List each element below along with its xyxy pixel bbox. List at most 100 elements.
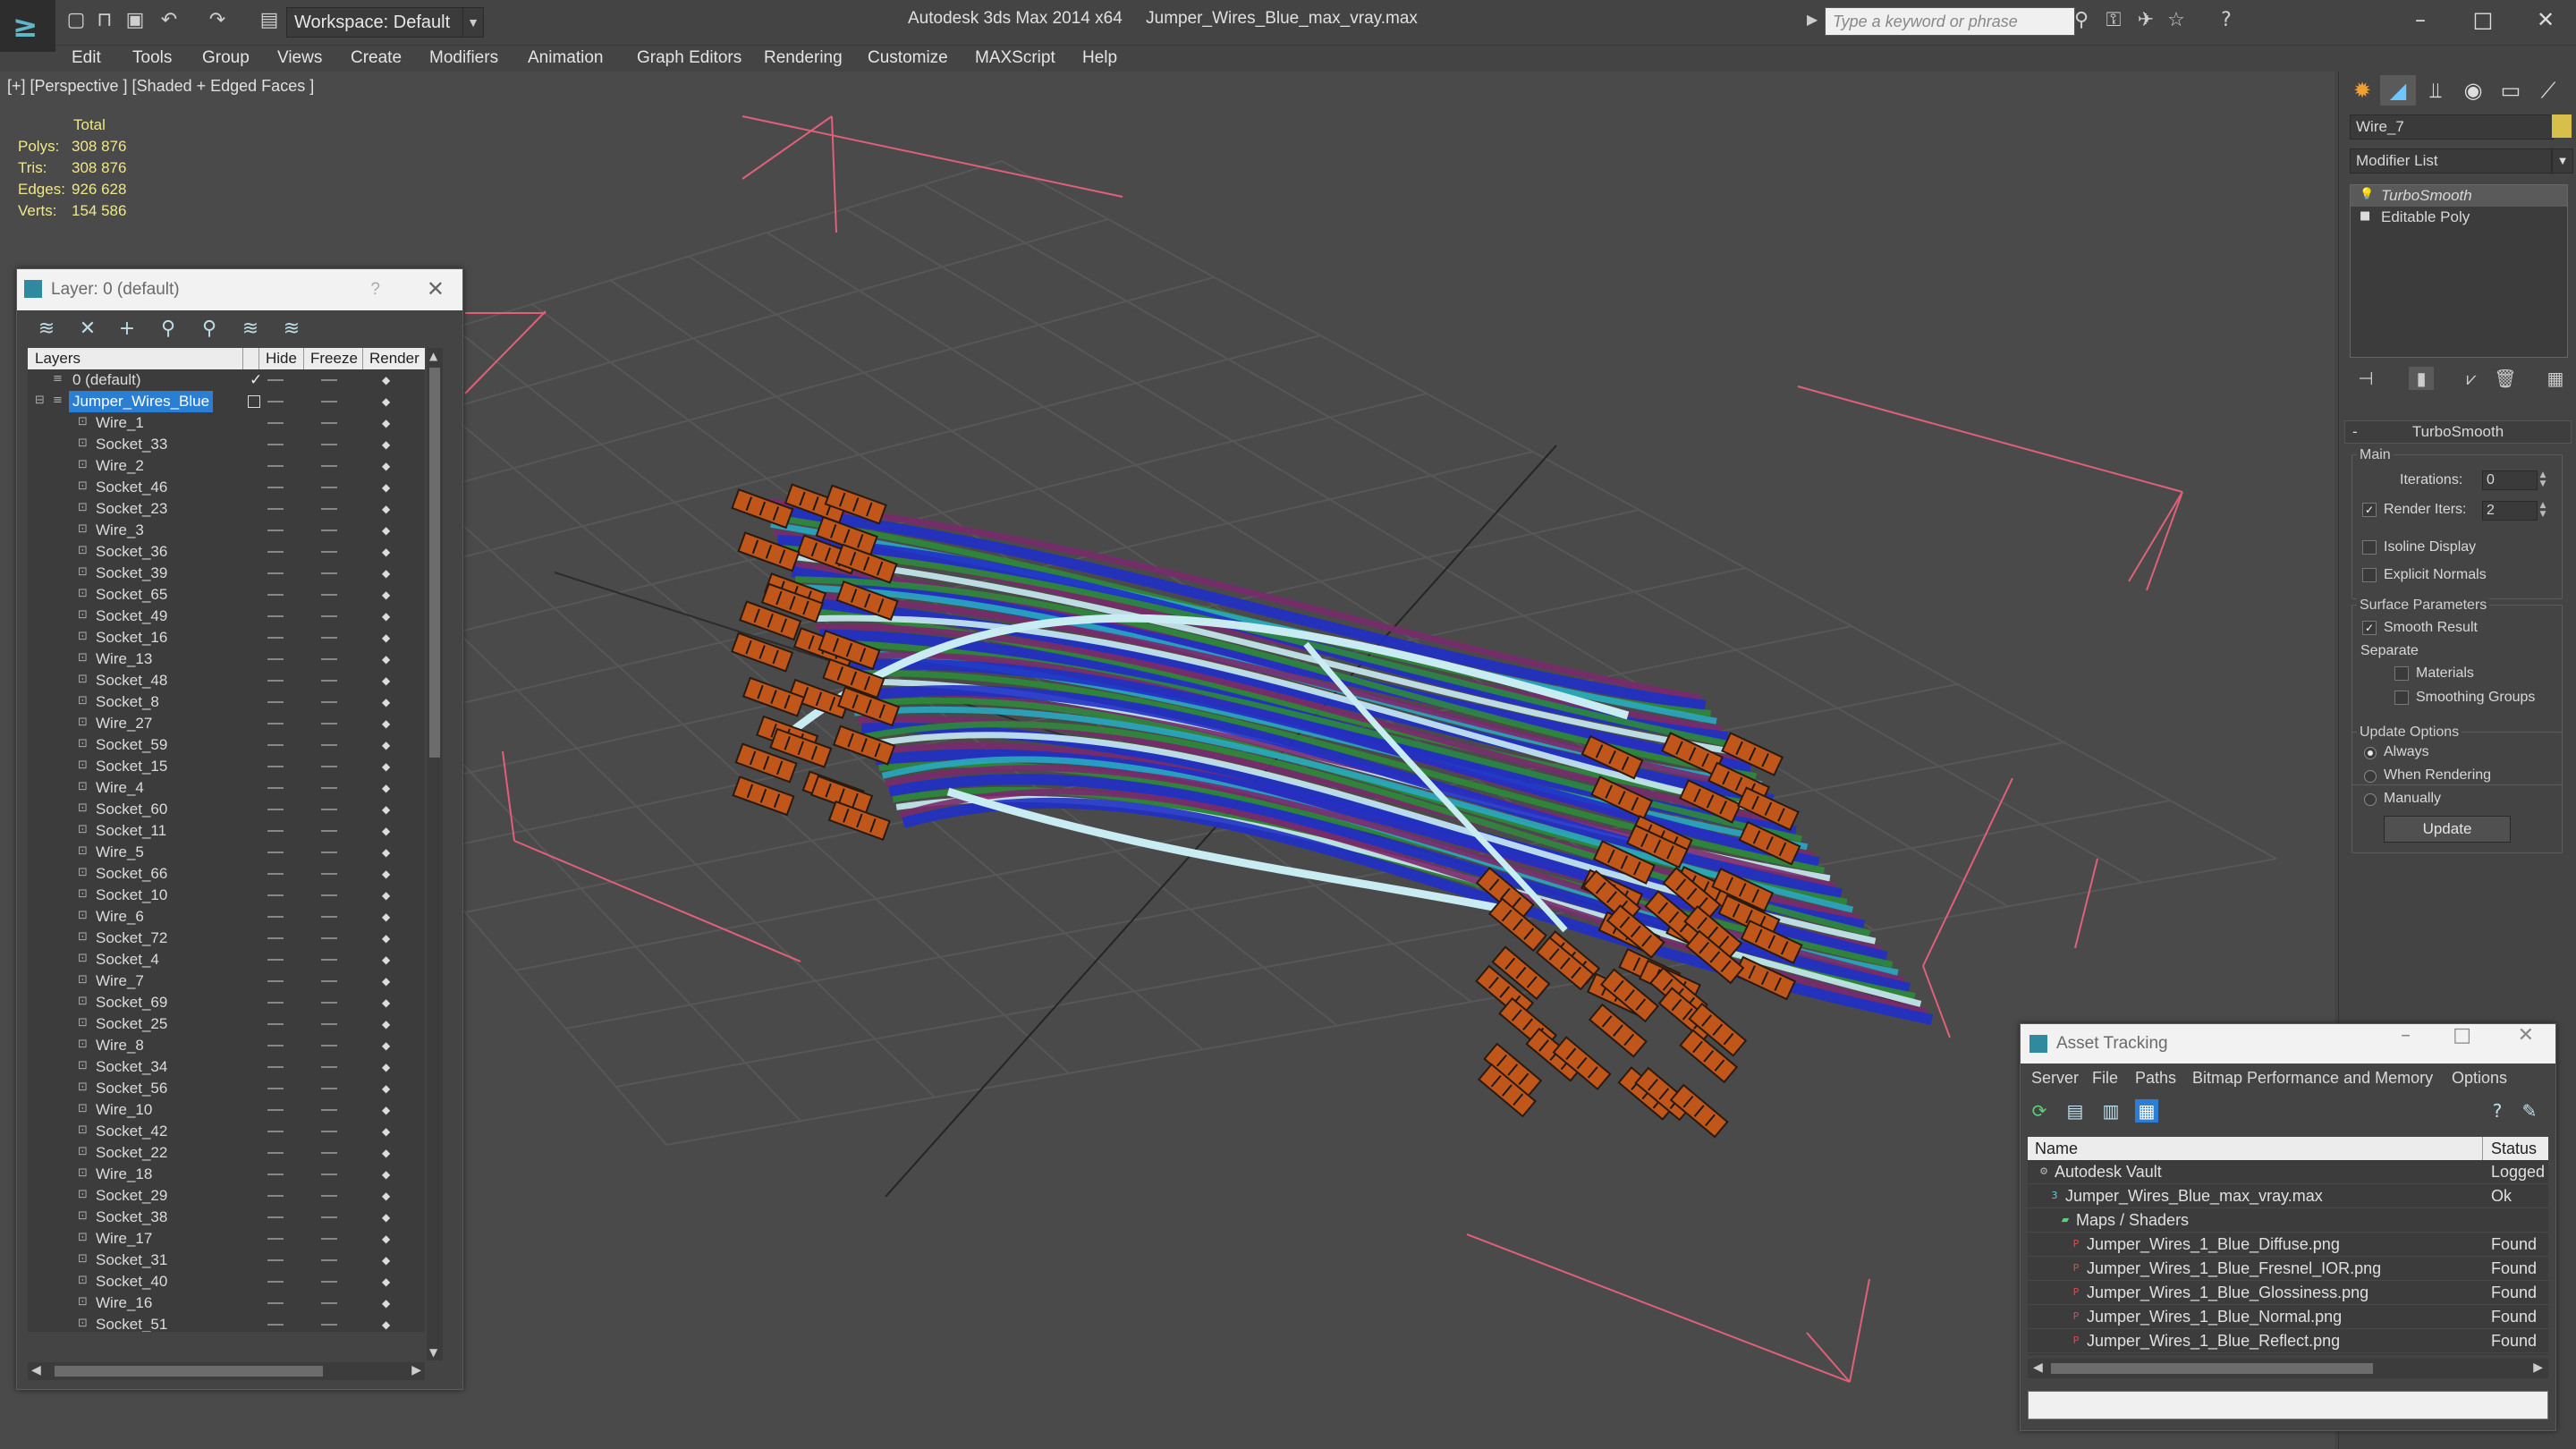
freeze-toggle[interactable]	[321, 852, 337, 853]
menu-bitmap-performance[interactable]: Bitmap Performance and Memory	[2192, 1069, 2433, 1088]
layer-object-row[interactable]: ⊡ Wire_3 ◆	[28, 520, 425, 541]
hide-toggle[interactable]	[267, 1045, 284, 1046]
asset-tracking-titlebar[interactable]: Asset Tracking – □ ✕	[2021, 1024, 2555, 1063]
render-teapot-icon[interactable]: ◆	[382, 782, 396, 794]
freeze-toggle[interactable]	[321, 1002, 337, 1004]
project-folder-icon[interactable]: ▤	[258, 9, 281, 32]
col-hide[interactable]: Hide	[266, 350, 297, 368]
asset-row[interactable]: P Jumper_Wires_1_Blue_Glossiness.png Found	[2028, 1281, 2548, 1305]
menu-file[interactable]: File	[2092, 1069, 2118, 1088]
hide-toggle[interactable]	[267, 1302, 284, 1304]
freeze-toggle[interactable]	[321, 1174, 337, 1175]
refresh-icon[interactable]: ⟳	[2028, 1099, 2051, 1123]
redo-icon[interactable]: ↷	[206, 9, 229, 32]
hide-toggle[interactable]	[267, 444, 284, 445]
layer-row-jumper-wires-blue[interactable]: ⊟ ≡ Jumper_Wires_Blue ◆	[28, 391, 425, 412]
always-radio[interactable]	[2364, 747, 2377, 759]
list-view-icon[interactable]: ▤	[2063, 1099, 2087, 1123]
layer-dialog-titlebar[interactable]: Layer: 0 (default) ? ✕	[17, 269, 462, 310]
chevron-down-icon[interactable]: ▼	[2552, 148, 2573, 174]
isoline-display-checkbox[interactable]	[2362, 540, 2377, 555]
layer-object-row[interactable]: ⊡ Socket_4 ◆	[28, 949, 425, 970]
render-teapot-icon[interactable]: ◆	[382, 1297, 396, 1309]
layer-object-row[interactable]: ⊡ Socket_39 ◆	[28, 563, 425, 584]
hide-toggle[interactable]	[267, 658, 284, 660]
render-teapot-icon[interactable]: ◆	[382, 1018, 396, 1030]
freeze-toggle[interactable]	[321, 1281, 337, 1283]
layer-object-row[interactable]: ⊡ Wire_8 ◆	[28, 1035, 425, 1056]
hide-toggle[interactable]	[267, 1152, 284, 1154]
help-icon[interactable]: ?	[2486, 1099, 2509, 1123]
layer-object-row[interactable]: ⊡ Socket_25 ◆	[28, 1013, 425, 1035]
col-layers[interactable]: Layers	[35, 350, 80, 368]
app-logo[interactable]: ≥	[0, 0, 55, 52]
layer-object-row[interactable]: ⊡ Wire_6 ◆	[28, 906, 425, 928]
render-iters-spinner[interactable]: 2	[2482, 501, 2538, 521]
select-objects-icon[interactable]: ⚲	[157, 318, 180, 341]
layer-object-row[interactable]: ⊡ Socket_51 ◆	[28, 1314, 425, 1332]
hide-toggle[interactable]	[267, 873, 284, 875]
freeze-toggle[interactable]	[321, 744, 337, 746]
col-render[interactable]: Render	[369, 350, 419, 368]
layer-object-row[interactable]: ⊡ Socket_36 ◆	[28, 541, 425, 563]
when-rendering-radio[interactable]	[2364, 770, 2377, 783]
scroll-left-icon[interactable]: ◀	[2033, 1360, 2043, 1375]
freeze-toggle[interactable]	[321, 1045, 337, 1046]
freeze-toggle[interactable]	[321, 530, 337, 531]
hide-toggle[interactable]	[267, 937, 284, 939]
freeze-toggle[interactable]	[321, 916, 337, 918]
render-teapot-icon[interactable]: ◆	[382, 889, 396, 902]
hide-toggle[interactable]	[267, 680, 284, 682]
scroll-right-icon[interactable]: ▶	[411, 1363, 421, 1377]
scroll-thumb[interactable]	[2051, 1363, 2373, 1374]
open-file-icon[interactable]: ⊓	[93, 9, 116, 32]
freeze-toggle[interactable]	[321, 637, 337, 639]
hide-toggle[interactable]	[267, 852, 284, 853]
close-icon[interactable]: ✕	[427, 269, 445, 310]
layer-object-row[interactable]: ⊡ Socket_22 ◆	[28, 1142, 425, 1164]
freeze-toggle[interactable]	[321, 1109, 337, 1111]
render-teapot-icon[interactable]: ◆	[382, 1082, 396, 1095]
render-iters-checkbox[interactable]: ✓	[2362, 503, 2377, 517]
layer-object-row[interactable]: ⊡ Wire_16 ◆	[28, 1292, 425, 1314]
render-teapot-icon[interactable]: ◆	[382, 1104, 396, 1116]
scroll-right-icon[interactable]: ▶	[2533, 1360, 2543, 1375]
menu-options[interactable]: Options	[2452, 1069, 2507, 1088]
layer-vertical-scrollbar[interactable]: ▲ ▼	[427, 348, 443, 1360]
layer-object-row[interactable]: ⊡ Socket_34 ◆	[28, 1056, 425, 1078]
search-input[interactable]: Type a keyword or phrase	[1825, 7, 2075, 36]
render-teapot-icon[interactable]: ◆	[382, 1125, 396, 1138]
binoculars-icon[interactable]: ⚲	[2070, 9, 2093, 32]
freeze-toggle[interactable]	[321, 766, 337, 767]
viewport-label[interactable]: [+] [Perspective ] [Shaded + Edged Faces…	[7, 77, 314, 96]
hide-toggle[interactable]	[267, 594, 284, 596]
layer-object-row[interactable]: ⊡ Wire_18 ◆	[28, 1164, 425, 1185]
close-icon[interactable]: ✕	[2518, 1024, 2534, 1046]
hide-toggle[interactable]	[267, 744, 284, 746]
render-teapot-icon[interactable]: ◆	[382, 1190, 396, 1202]
asset-row[interactable]: P Jumper_Wires_1_Blue_Diffuse.png Found	[2028, 1233, 2548, 1257]
menu-maxscript[interactable]: MAXScript	[975, 45, 1055, 72]
freeze-toggle[interactable]	[321, 1131, 337, 1132]
scroll-thumb[interactable]	[429, 368, 440, 758]
set-current-box[interactable]	[248, 395, 260, 408]
render-teapot-icon[interactable]: ◆	[382, 1168, 396, 1181]
hide-toggle[interactable]	[267, 787, 284, 789]
smooth-result-checkbox[interactable]: ✓	[2362, 621, 2377, 635]
spinner-arrows-icon[interactable]: ▲ ▼	[2538, 501, 2548, 519]
asset-row[interactable]: 3 Jumper_Wires_Blue_max_vray.max Ok	[2028, 1184, 2548, 1208]
expand-icon[interactable]: ■	[2360, 210, 2372, 223]
layer-object-row[interactable]: ⊡ Socket_16 ◆	[28, 627, 425, 648]
layer-object-row[interactable]: ⊡ Wire_1 ◆	[28, 412, 425, 434]
hide-toggle[interactable]	[267, 551, 284, 553]
freeze-all-layers-icon[interactable]: ≋	[280, 318, 303, 341]
render-teapot-icon[interactable]: ◆	[382, 739, 396, 751]
freeze-toggle[interactable]	[321, 980, 337, 982]
render-teapot-icon[interactable]: ◆	[382, 1318, 396, 1331]
hide-toggle[interactable]	[267, 766, 284, 767]
layer-object-row[interactable]: ⊡ Socket_15 ◆	[28, 756, 425, 777]
hide-toggle[interactable]	[267, 830, 284, 832]
freeze-toggle[interactable]	[321, 1152, 337, 1154]
layer-horizontal-scrollbar[interactable]: ◀ ▶	[28, 1362, 425, 1380]
layer-object-row[interactable]: ⊡ Socket_72 ◆	[28, 928, 425, 949]
